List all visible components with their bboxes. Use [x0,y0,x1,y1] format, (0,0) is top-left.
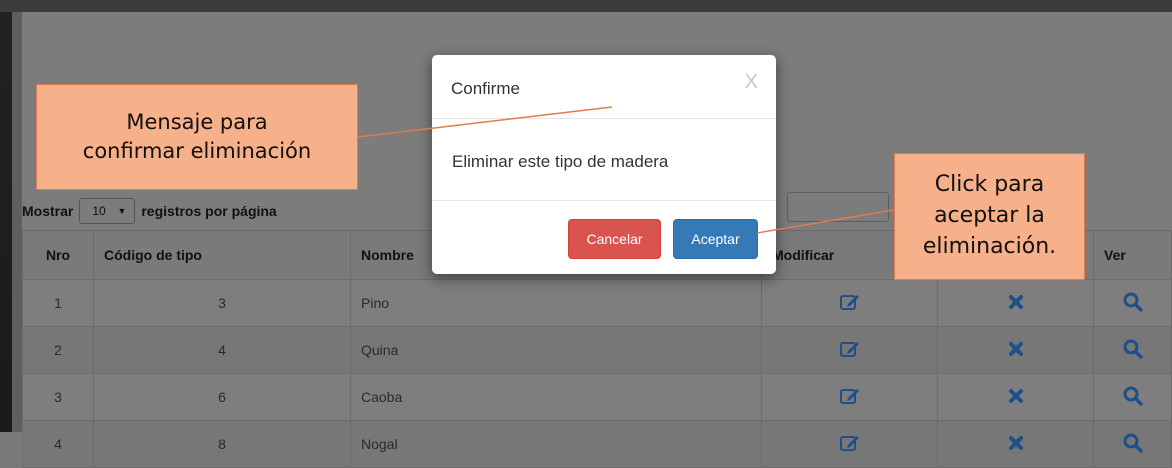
edit-button[interactable] [761,373,938,421]
delete-icon [1008,341,1023,356]
annotation-callout-message: Mensaje para confirmar eliminación [36,84,358,190]
page-size-value: 10 [92,204,106,218]
cell-nro: 1 [22,279,94,327]
modal-footer: Cancelar Aceptar [432,201,776,275]
annotation-callout-accept: Click para aceptar la eliminación. [894,153,1085,280]
search-icon [1123,292,1143,312]
table-row: 1 3 Pino [22,279,1172,327]
search-icon [1123,339,1143,359]
cell-nro: 4 [22,420,94,468]
per-page-label: registros por página [141,203,277,219]
left-edge [0,12,12,432]
modal-title: Confirme [451,79,520,98]
delete-button[interactable] [937,326,1094,374]
annotation-line: Mensaje para [126,109,268,134]
edit-icon [839,341,859,357]
cell-nro: 2 [22,326,94,374]
table-row: 2 4 Quina [22,326,1172,374]
search-input[interactable] [787,192,889,222]
cell-nombre: Quina [350,326,762,374]
annotation-line: eliminación. [922,233,1057,259]
show-label: Mostrar [22,203,74,219]
annotation-line: Click para [934,172,1045,198]
view-button[interactable] [1093,373,1172,421]
edit-button[interactable] [761,326,938,374]
cell-nombre: Nogal [350,420,762,468]
search-icon [1123,386,1143,406]
modal-body: Eliminar este tipo de madera [432,119,776,201]
delete-button[interactable] [937,373,1094,421]
cancel-button[interactable]: Cancelar [568,219,661,259]
edit-icon [839,388,859,404]
annotation-line: aceptar la [934,203,1045,229]
cell-codigo: 8 [93,420,351,468]
accept-button[interactable]: Aceptar [673,219,758,259]
confirm-modal: Confirme X Eliminar este tipo de madera … [432,55,776,274]
cell-nro: 3 [22,373,94,421]
page-size-select[interactable]: 10 ▼ [79,198,136,224]
header-codigo[interactable]: Código de tipo [93,230,351,280]
header-nro[interactable]: Nro [22,230,94,280]
chevron-down-icon: ▼ [117,206,127,216]
cell-nombre: Pino [350,279,762,327]
table-length-control: Mostrar 10 ▼ registros por página [22,198,277,224]
delete-button[interactable] [937,420,1094,468]
edit-button[interactable] [761,420,938,468]
top-bar [0,0,1172,12]
view-button[interactable] [1093,279,1172,327]
edit-icon [839,294,859,310]
edit-icon [839,435,859,451]
cell-codigo: 3 [93,279,351,327]
close-icon[interactable]: X [745,71,758,94]
cell-codigo: 6 [93,373,351,421]
search-icon [1123,433,1143,453]
delete-button[interactable] [937,279,1094,327]
table-row: 4 8 Nogal [22,420,1172,468]
delete-icon [1008,388,1023,403]
delete-icon [1008,435,1023,450]
edit-button[interactable] [761,279,938,327]
header-ver[interactable]: Ver [1093,230,1172,280]
table-row: 3 6 Caoba [22,373,1172,421]
modal-header: Confirme X [432,55,776,119]
cell-nombre: Caoba [350,373,762,421]
delete-icon [1008,294,1023,309]
view-button[interactable] [1093,420,1172,468]
annotation-line: confirmar eliminación [82,139,312,163]
view-button[interactable] [1093,326,1172,374]
cell-codigo: 4 [93,326,351,374]
modal-message: Eliminar este tipo de madera [452,152,669,171]
